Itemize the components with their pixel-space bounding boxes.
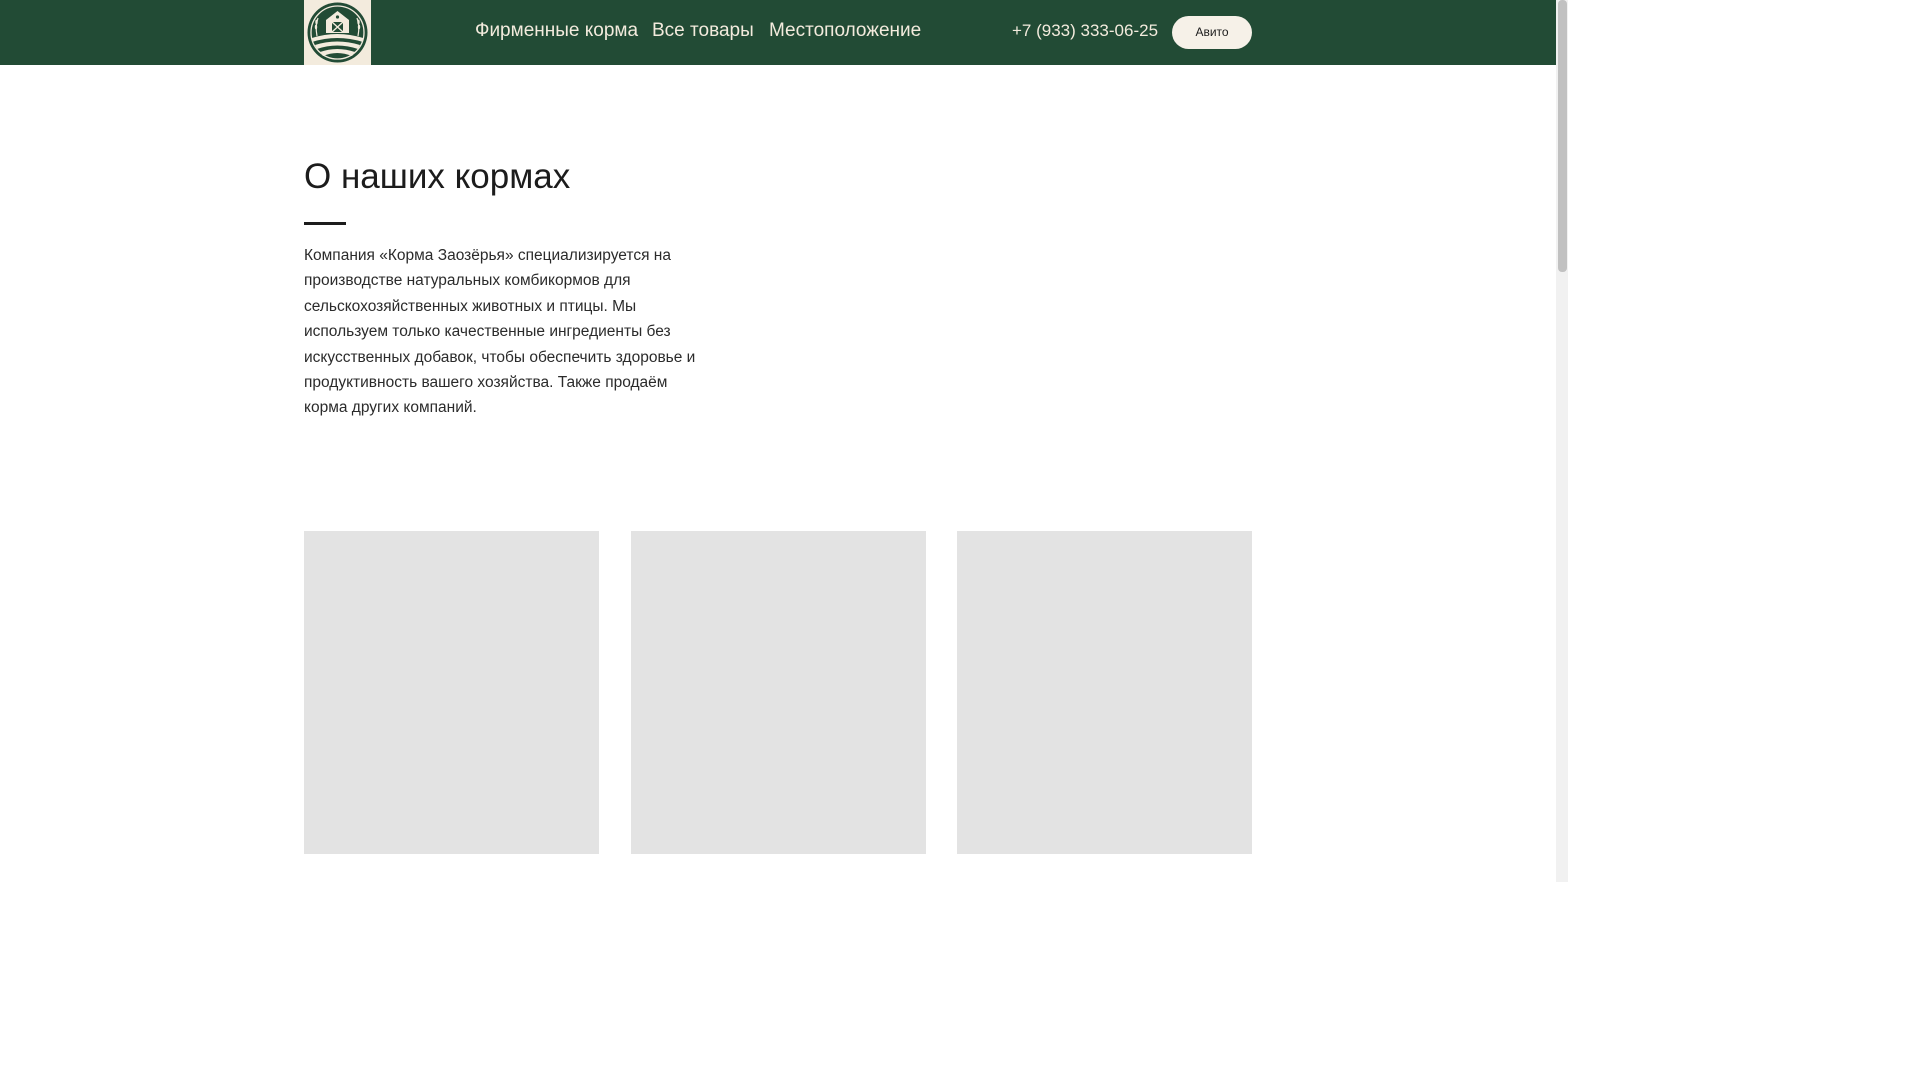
avito-button[interactable]: Авито bbox=[1172, 16, 1252, 49]
phone-link[interactable]: +7 (933) 333-06-25 bbox=[1012, 21, 1158, 41]
product-card-image-placeholder[interactable] bbox=[957, 531, 1252, 854]
product-card-image-placeholder[interactable] bbox=[631, 531, 926, 854]
about-description: Компания «Корма Заозёрья» специализирует… bbox=[304, 247, 696, 417]
site-logo[interactable] bbox=[304, 0, 371, 65]
nav-link-brand-feeds[interactable]: Фирменные корма bbox=[475, 20, 638, 42]
product-card-image-placeholder[interactable] bbox=[304, 531, 599, 854]
section-title: О наших кормах bbox=[304, 157, 571, 196]
nav-link-location[interactable]: Местоположение bbox=[769, 20, 921, 42]
scrollbar-thumb[interactable] bbox=[1558, 0, 1567, 272]
title-underline bbox=[304, 222, 346, 225]
nav-link-all-products[interactable]: Все товары bbox=[652, 20, 754, 42]
site-header: Фирменные корма Все товары Местоположени… bbox=[0, 0, 1556, 65]
barn-field-logo-icon bbox=[307, 2, 368, 63]
